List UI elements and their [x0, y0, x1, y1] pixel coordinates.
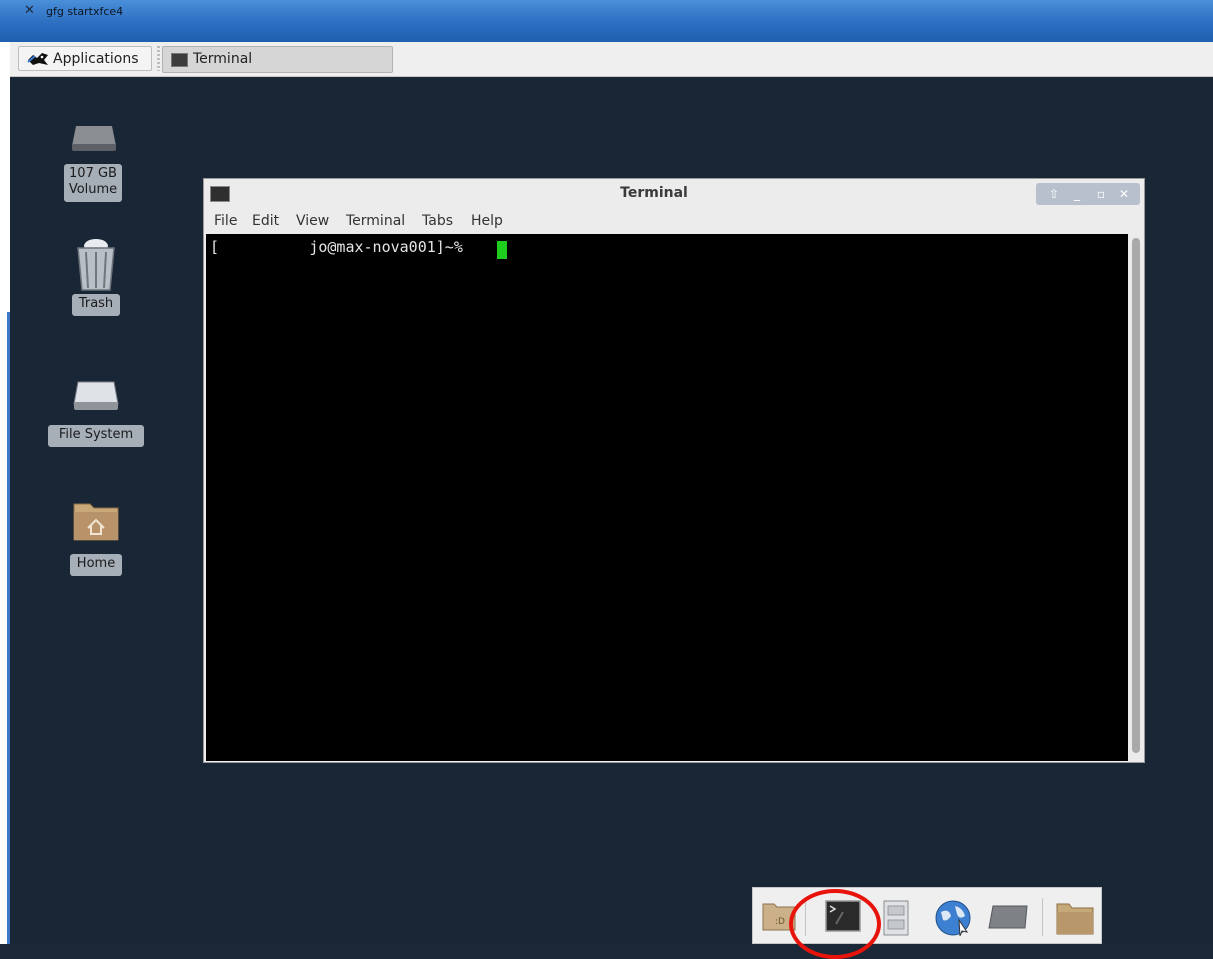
- x-logo-icon: ✕: [24, 3, 35, 18]
- desktop-icon-filesystem[interactable]: File System: [48, 368, 144, 452]
- applications-label: Applications: [53, 51, 139, 67]
- taskbar-item-terminal[interactable]: Terminal: [162, 46, 393, 73]
- folder-icon[interactable]: [1055, 900, 1095, 936]
- web-browser-icon[interactable]: [931, 898, 975, 938]
- desktop-icon-label: 107 GB Volume: [64, 164, 122, 202]
- terminal-title: Terminal: [620, 185, 688, 201]
- menu-view[interactable]: View: [296, 213, 329, 229]
- terminal-output[interactable]: [ jo@max-nova001]~%: [206, 234, 1128, 761]
- terminal-icon: [171, 53, 188, 67]
- drive-icon[interactable]: [987, 902, 1029, 932]
- highlight-circle: [789, 889, 881, 959]
- desktop-icon-label: Trash: [72, 294, 120, 316]
- menu-file[interactable]: File: [214, 213, 237, 229]
- desktop-icon-volume[interactable]: 107 GB Volume: [60, 110, 132, 210]
- desktop-icon-label: Home: [70, 554, 122, 576]
- x-window-title-area: ✕ gfg startxfce4: [10, 0, 1210, 26]
- menu-tabs[interactable]: Tabs: [422, 213, 453, 229]
- x-window-title: gfg startxfce4: [46, 5, 124, 18]
- maximize-button[interactable]: ▫: [1091, 185, 1111, 203]
- applications-menu-button[interactable]: Applications: [18, 46, 152, 71]
- window-controls: ⇧ _ ▫ ✕: [1036, 183, 1140, 205]
- file-cabinet-icon[interactable]: [881, 900, 911, 936]
- svg-text::D: :D: [775, 917, 785, 927]
- scrollbar-thumb[interactable]: [1132, 238, 1140, 753]
- trash-icon: [77, 239, 115, 291]
- drive-icon: [72, 126, 116, 151]
- shell-prompt: [ jo@max-nova001]~%: [210, 238, 463, 256]
- text-cursor: [497, 241, 507, 259]
- terminal-scrollbar[interactable]: [1129, 234, 1143, 761]
- close-button[interactable]: ✕: [1114, 185, 1134, 203]
- filesystem-icon: [73, 381, 119, 410]
- shade-button[interactable]: ⇧: [1044, 185, 1064, 203]
- terminal-window: Terminal ⇧ _ ▫ ✕ File Edit View Terminal…: [203, 178, 1145, 763]
- window-left-border: [0, 42, 10, 944]
- menu-edit[interactable]: Edit: [252, 213, 279, 229]
- panel-separator: [157, 46, 160, 71]
- menu-terminal[interactable]: Terminal: [346, 213, 405, 229]
- top-panel: Applications Terminal: [10, 42, 1213, 77]
- terminal-titlebar[interactable]: Terminal ⇧ _ ▫ ✕: [204, 179, 1144, 209]
- terminal-menubar: File Edit View Terminal Tabs Help: [204, 211, 1144, 233]
- xfce-mouse-icon: [27, 53, 48, 65]
- desktop-icon-trash[interactable]: Trash: [60, 230, 132, 320]
- minimize-button[interactable]: _: [1067, 185, 1087, 203]
- taskbar-item-label: Terminal: [193, 51, 253, 67]
- dock-separator: [1042, 898, 1043, 936]
- x-window-titlebar: ✕ gfg startxfce4: [0, 0, 1213, 42]
- desktop-icon-home[interactable]: Home: [60, 496, 132, 580]
- home-folder-icon: [73, 503, 119, 541]
- menu-help[interactable]: Help: [471, 213, 503, 229]
- desktop-icon-label: File System: [48, 425, 144, 447]
